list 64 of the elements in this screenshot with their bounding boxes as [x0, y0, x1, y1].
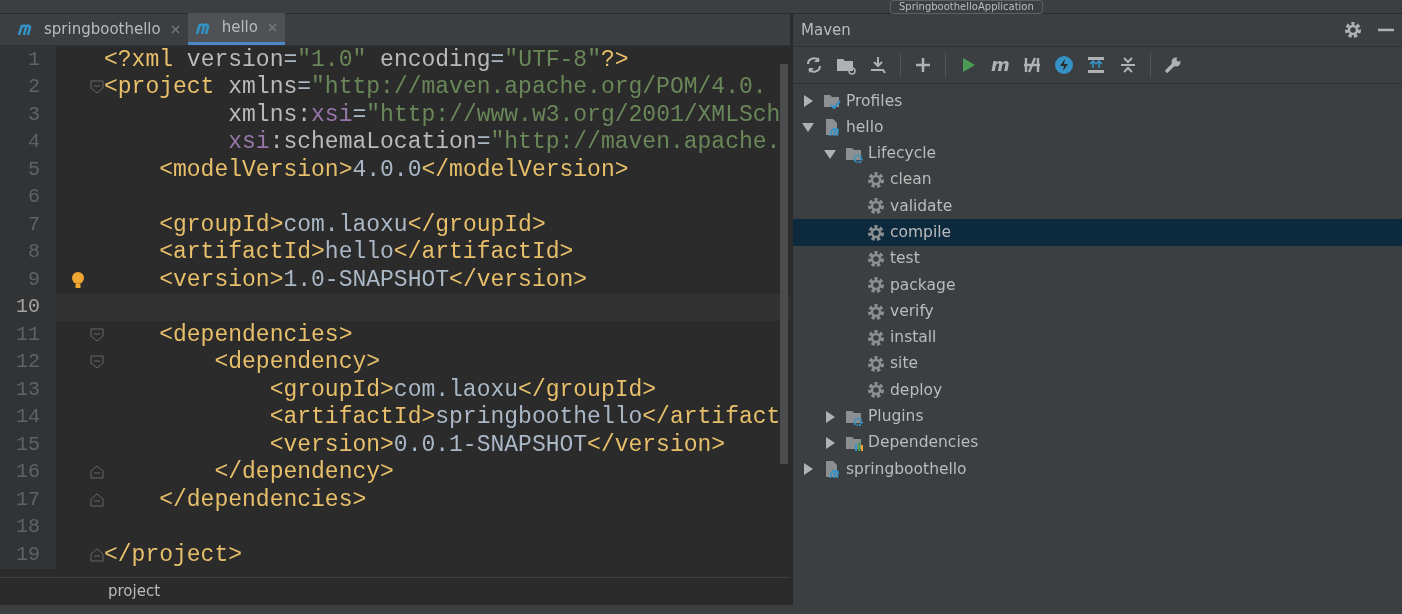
fold-marker-icon[interactable]: [90, 327, 104, 342]
code-line: <?xml version="1.0" encoding="UTF-8"?>: [104, 45, 629, 75]
code-line: <artifactId>hello</artifactId>: [158, 238, 574, 267]
tree-item[interactable]: install: [793, 324, 1402, 351]
gear-icon: [867, 355, 885, 374]
code-line: xmlns:xsi="http://www.w3.org/2001/XMLSch: [227, 100, 781, 130]
lightbulb-icon[interactable]: [71, 270, 85, 289]
breadcrumb-item[interactable]: project: [108, 580, 161, 603]
fold-marker-icon[interactable]: [90, 80, 104, 95]
tree-item[interactable]: verify: [793, 298, 1402, 325]
gear-icon: [867, 249, 885, 268]
gear-icon: [867, 302, 885, 321]
expand-arrow-icon[interactable]: [801, 94, 815, 109]
code-line: </project>: [104, 540, 243, 570]
expand-arrow-icon[interactable]: [801, 462, 815, 477]
code-line: <artifactId>springboothello</artifact: [268, 403, 781, 432]
code-line: <groupId>com.laoxu</groupId>: [268, 375, 657, 405]
gear-icon: [867, 171, 885, 190]
code-line: <version>1.0-SNAPSHOT</version>: [158, 265, 588, 295]
code-line: <groupId>com.laoxu</groupId>: [158, 210, 546, 240]
tree-item[interactable]: Lifecycle: [793, 140, 1402, 167]
bar-chart-folder-icon: [845, 434, 863, 452]
code-line: <modelVersion>4.0.0</modelVersion>: [158, 155, 629, 185]
tree-item[interactable]: Plugins: [793, 403, 1402, 430]
code-line: <dependencies>: [158, 320, 353, 350]
gear-icon: [867, 381, 885, 400]
minimize-icon[interactable]: [1378, 28, 1394, 32]
file-tab[interactable]: springboothello: [10, 13, 188, 45]
gear-icon: [867, 197, 885, 216]
tree-item[interactable]: site: [793, 350, 1402, 378]
code-line: <project xmlns="http://maven.apache.org/POM/4.0.: [104, 73, 767, 102]
tree-item[interactable]: test: [793, 245, 1402, 273]
tree-item[interactable]: package: [793, 272, 1402, 299]
expand-arrow-icon[interactable]: [823, 409, 837, 424]
run-configuration-dropdown[interactable]: SpringboothelloApplication: [890, 0, 1043, 14]
gear-icon: [867, 276, 885, 295]
code-line: <version>0.0.1-SNAPSHOT</version>: [268, 430, 726, 460]
code-line: xsi:schemaLocation="http://maven.apache.: [227, 128, 781, 157]
gear-icon: [867, 223, 885, 242]
expand-arrow-icon[interactable]: [823, 436, 837, 450]
maven-module-icon: [823, 460, 841, 479]
tree-item[interactable]: springboothello: [793, 456, 1402, 483]
code-line: </dependency>: [213, 458, 394, 487]
tree-item[interactable]: validate: [793, 193, 1402, 220]
fold-marker-icon[interactable]: [90, 355, 104, 370]
close-icon[interactable]: [170, 24, 180, 34]
code-line: <dependency>: [213, 348, 381, 377]
scrollbar-thumb[interactable]: [780, 64, 788, 464]
settings-icon[interactable]: [1344, 21, 1362, 39]
tree-item[interactable]: Profiles: [793, 88, 1402, 115]
fold-marker-icon[interactable]: [90, 547, 104, 562]
profiles-folder-icon: [823, 92, 841, 111]
gear-icon: [867, 328, 885, 347]
tree-item[interactable]: deploy: [793, 377, 1402, 404]
maven-module-icon: [823, 118, 841, 137]
tree-item[interactable]: hello: [793, 114, 1402, 141]
tree-item[interactable]: clean: [793, 166, 1402, 194]
file-tab[interactable]: hello: [187, 13, 285, 45]
fold-marker-icon[interactable]: [90, 465, 104, 480]
code-line: </dependencies>: [158, 485, 367, 515]
panel-title: Maven: [801, 19, 851, 41]
fold-marker-icon[interactable]: [90, 492, 104, 507]
tree-item[interactable]: compile: [793, 219, 1402, 246]
tree-item[interactable]: Dependencies: [793, 429, 1402, 457]
